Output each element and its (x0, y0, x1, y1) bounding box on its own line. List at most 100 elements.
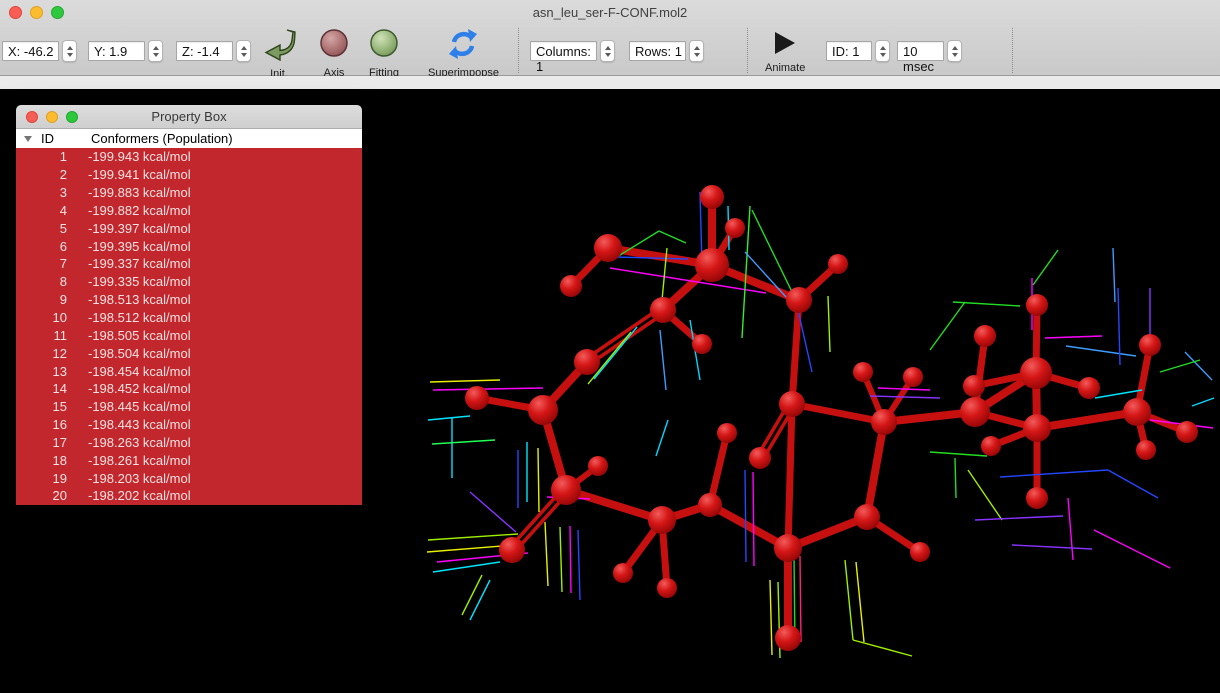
row-energy: -198.443 kcal/mol (88, 417, 191, 432)
refresh-arrows-icon (446, 28, 480, 65)
table-row[interactable]: 17-198.263 kcal/mol (16, 434, 362, 452)
atom-sphere (725, 218, 745, 238)
table-row[interactable]: 5-199.397 kcal/mol (16, 219, 362, 237)
table-row[interactable]: 12 -198.504 kcal/mol (16, 344, 362, 362)
table-row[interactable]: 8-199.335 kcal/mol (16, 273, 362, 291)
conformer-id-field[interactable]: ID: 1 (826, 41, 872, 61)
row-id: 20 (16, 488, 67, 503)
row-energy: -198.203 kcal/mol (88, 471, 191, 486)
fitting-button[interactable]: Fitting (368, 28, 400, 79)
row-id: 4 (16, 203, 67, 218)
table-row[interactable]: 18-198.261 kcal/mol (16, 451, 362, 469)
atom-sphere (774, 534, 802, 562)
row-id: 11 (16, 328, 67, 343)
atom-sphere (1136, 440, 1156, 460)
columns-field[interactable]: Columns: 1 (530, 41, 597, 61)
toolbar-separator (518, 28, 519, 73)
x-coordinate-field[interactable]: X: -46.2 (2, 41, 59, 61)
atom-sphere (717, 423, 737, 443)
disclosure-triangle-icon[interactable] (24, 136, 32, 142)
window-title: asn_leu_ser-F-CONF.mol2 (0, 5, 1220, 20)
animate-button[interactable]: Animate (765, 31, 805, 74)
title-bar: asn_leu_ser-F-CONF.mol2 (0, 0, 1220, 25)
row-energy: -199.882 kcal/mol (88, 203, 191, 218)
table-row[interactable]: 10-198.512 kcal/mol (16, 309, 362, 327)
column-header-id: ID (41, 131, 54, 146)
atom-sphere (650, 297, 676, 323)
atom-sphere (700, 185, 724, 209)
table-row[interactable]: 7 -199.337 kcal/mol (16, 255, 362, 273)
table-row[interactable]: 4 -199.882 kcal/mol (16, 202, 362, 220)
x-coordinate-stepper[interactable] (62, 40, 77, 62)
table-row[interactable]: 13-198.454 kcal/mol (16, 362, 362, 380)
play-icon (774, 31, 796, 60)
row-energy: -198.504 kcal/mol (88, 346, 191, 361)
conformer-id-stepper[interactable] (875, 40, 890, 62)
table-row[interactable]: 19-198.203 kcal/mol (16, 469, 362, 487)
atom-sphere (1026, 294, 1048, 316)
atom-sphere (574, 349, 600, 375)
toolbar-substrip (0, 76, 1220, 89)
atom-sphere (1078, 377, 1100, 399)
atom-sphere (1023, 414, 1051, 442)
init-button[interactable]: Init. (262, 28, 296, 80)
atom-sphere (981, 436, 1001, 456)
table-row[interactable]: 20-198.202 kcal/mol (16, 487, 362, 505)
atom-sphere (1020, 357, 1052, 389)
row-id: 10 (16, 310, 67, 325)
table-row[interactable]: 14-198.452 kcal/mol (16, 380, 362, 398)
atom-sphere (1139, 334, 1161, 356)
animate-label: Animate (765, 62, 805, 74)
table-row[interactable]: 2-199.941 kcal/mol (16, 166, 362, 184)
table-row[interactable]: 16 -198.443 kcal/mol (16, 416, 362, 434)
interval-stepper[interactable] (947, 40, 962, 62)
row-id: 7 (16, 256, 67, 271)
atom-sphere (465, 386, 489, 410)
row-energy: -199.943 kcal/mol (88, 149, 191, 164)
atom-sphere (695, 248, 729, 282)
row-id: 16 (16, 417, 67, 432)
atom-sphere (657, 578, 677, 598)
table-header: ID Conformers (Population) (16, 129, 362, 148)
atom-sphere (698, 493, 722, 517)
z-coordinate-field[interactable]: Z: -1.4 (176, 41, 233, 61)
superimpose-button[interactable]: Superimpopse (428, 28, 499, 79)
atom-sphere (828, 254, 848, 274)
property-box-titlebar: Property Box (16, 105, 362, 129)
row-energy: -198.263 kcal/mol (88, 435, 191, 450)
axis-button[interactable]: Axis (318, 28, 350, 79)
row-energy: -199.337 kcal/mol (88, 256, 191, 271)
row-id: 12 (16, 346, 67, 361)
rows-stepper[interactable] (689, 40, 704, 62)
atom-sphere (588, 456, 608, 476)
y-coordinate-field[interactable]: Y: 1.9 (88, 41, 145, 61)
atom-sphere (613, 563, 633, 583)
interval-field[interactable]: 10 msec (897, 41, 944, 61)
row-energy: -199.883 kcal/mol (88, 185, 191, 200)
row-energy: -199.395 kcal/mol (88, 239, 191, 254)
row-energy: -199.335 kcal/mol (88, 274, 191, 289)
table-row[interactable]: 11-198.505 kcal/mol (16, 326, 362, 344)
table-row[interactable]: 3-199.883 kcal/mol (16, 184, 362, 202)
atom-sphere (648, 506, 676, 534)
rows-field[interactable]: Rows: 1 (629, 41, 686, 61)
row-id: 13 (16, 364, 67, 379)
atom-sphere (551, 475, 581, 505)
z-coordinate-stepper[interactable] (236, 40, 251, 62)
row-id: 5 (16, 221, 67, 236)
table-row[interactable]: 15-198.445 kcal/mol (16, 398, 362, 416)
atom-sphere (692, 334, 712, 354)
table-row[interactable]: 1-199.943 kcal/mol (16, 148, 362, 166)
atom-sphere (853, 362, 873, 382)
row-energy: -198.513 kcal/mol (88, 292, 191, 307)
y-coordinate-stepper[interactable] (148, 40, 163, 62)
table-row[interactable]: 6-199.395 kcal/mol (16, 237, 362, 255)
property-box-window: Property Box ID Conformers (Population) … (16, 105, 362, 505)
table-row[interactable]: 9-198.513 kcal/mol (16, 291, 362, 309)
atom-sphere (749, 447, 771, 469)
atom-sphere (974, 325, 996, 347)
row-id: 15 (16, 399, 67, 414)
row-id: 2 (16, 167, 67, 182)
columns-stepper[interactable] (600, 40, 615, 62)
row-energy: -198.452 kcal/mol (88, 381, 191, 396)
